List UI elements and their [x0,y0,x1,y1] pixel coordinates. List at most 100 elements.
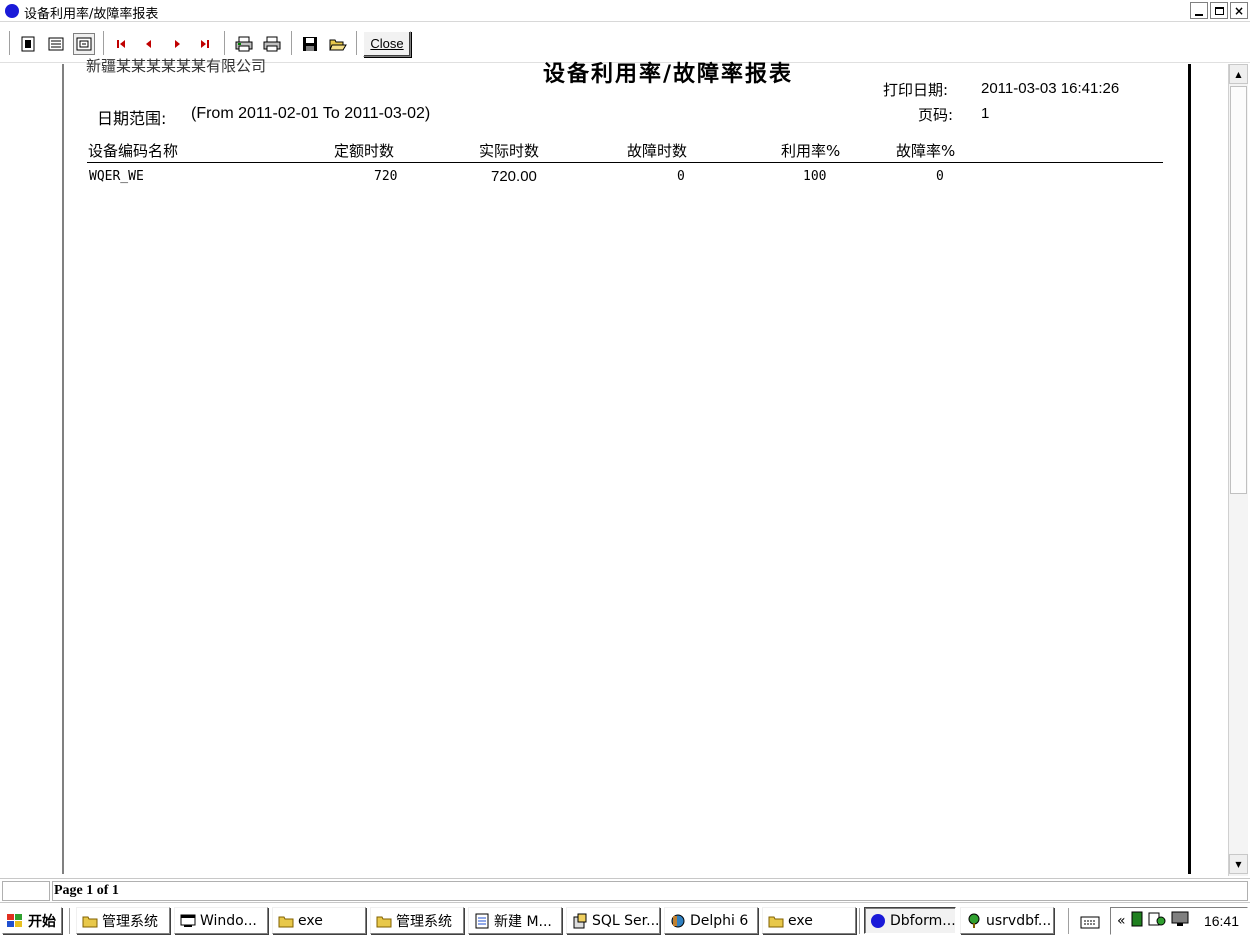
task-item-1[interactable]: Windo... [174,907,268,934]
printer-setup-button[interactable] [233,33,255,55]
toolbar-separator [103,31,105,55]
task-item-2[interactable]: exe [272,907,366,934]
open-folder-icon [329,39,347,51]
task-item-6[interactable]: Delphi 6 [664,907,758,934]
close-button-label: Close [370,36,404,51]
tree-icon [966,913,982,929]
taskbar-clock[interactable]: 16:41 [1204,913,1239,929]
folder-icon [768,913,784,929]
minimize-icon [1195,13,1203,16]
vertical-scrollbar[interactable]: ▲ ▼ [1228,64,1248,876]
taskbar-separator [69,908,71,934]
status-panel-empty [2,881,50,901]
window-controls: × [1190,2,1248,20]
window-icon [180,913,196,929]
print-date-label: 打印日期: [883,81,949,99]
table-cell-fault-hours: 0 [677,169,685,184]
prev-page-icon [146,40,151,48]
page-number-label: 页码: [918,106,954,124]
first-page-icon [117,40,125,48]
zoom-fit-icon [21,36,35,52]
first-page-button[interactable] [110,33,132,55]
column-header-actual-hours: 实际时数 [479,142,540,160]
column-header-fault-rate: 故障率% [896,142,956,160]
last-page-icon [201,40,209,48]
title-bar: 设备利用率/故障率报表 × [0,0,1250,22]
delphi-icon [670,913,686,929]
scroll-down-icon: ▼ [1235,859,1242,869]
word-doc-icon [474,913,490,929]
task-label: usrvdbf... [986,912,1052,929]
status-bar: Page 1 of 1 [0,878,1250,902]
monitor-icon[interactable] [1171,911,1189,931]
media-icon[interactable] [1148,911,1166,931]
page-number-value: 1 [981,105,990,122]
page-right-edge [1188,64,1191,874]
close-window-button[interactable]: × [1230,2,1248,19]
header-rule [87,162,1163,163]
print-date-value: 2011-03-03 16:41:26 [981,80,1120,97]
scroll-up-icon: ▲ [1235,69,1242,79]
task-item-8[interactable]: Dbform... [864,907,956,934]
folder-icon [82,913,98,929]
toolbar-separator [224,31,226,55]
table-cell-equipment: WQER_WE [89,169,144,184]
task-label: 新建 M... [494,913,552,930]
column-header-equipment: 设备编码名称 [88,142,179,160]
column-header-fault-hours: 故障时数 [627,142,688,160]
toolbar-separator [9,31,11,55]
restore-icon [1214,6,1224,15]
printer-setup-icon [235,36,253,52]
task-item-0[interactable]: 管理系统 [76,907,170,934]
task-label: 管理系统 [396,913,452,930]
report-preview: 新疆某某某某某某有限公司 设备利用率/故障率报表 打印日期: 2011-03-0… [0,57,1250,876]
scroll-down-button[interactable]: ▼ [1229,854,1248,874]
zoom-100-button[interactable] [73,33,95,55]
task-item-7[interactable]: exe [762,907,856,934]
restore-button[interactable] [1210,2,1228,19]
next-page-button[interactable] [166,33,188,55]
start-button[interactable]: 开始 [2,907,62,934]
page-width-button[interactable] [45,33,67,55]
prev-page-button[interactable] [138,33,160,55]
network-icon[interactable] [1131,911,1143,931]
table-cell-actual-hours: 720.00 [491,168,537,185]
taskbar: 开始 管理系统 Windo... exe 管理系统 新建 M... SQL Se… [0,902,1250,938]
task-label: 管理系统 [102,913,158,930]
table-cell-quota-hours: 720 [374,169,398,184]
task-item-5[interactable]: SQL Ser... [566,907,660,934]
open-button[interactable] [327,33,349,55]
report-title: 设备利用率/故障率报表 [543,62,794,87]
task-label: exe [298,912,323,929]
page-left-edge [62,64,64,874]
table-cell-utilization: 100 [803,169,827,184]
close-icon: × [1233,3,1245,18]
minimize-button[interactable] [1190,2,1208,19]
tray-expand-button[interactable]: « [1117,913,1126,929]
zoom-fit-button[interactable] [17,33,39,55]
app-dot-icon [870,913,886,929]
task-item-9[interactable]: usrvdbf... [960,907,1054,934]
print-button[interactable] [261,33,283,55]
column-header-quota-hours: 定额时数 [334,142,395,160]
company-name: 新疆某某某某某某有限公司 [86,57,267,75]
keyboard-icon[interactable] [1080,912,1100,930]
taskbar-separator [1068,908,1070,934]
last-page-button[interactable] [194,33,216,55]
folder-icon [376,913,392,929]
page-width-icon [48,37,64,51]
task-label: exe [788,912,813,929]
table-cell-fault-rate: 0 [936,169,944,184]
toolbar-separator [356,31,358,55]
scroll-thumb[interactable] [1230,86,1247,494]
column-header-utilization: 利用率% [781,142,841,160]
scroll-up-button[interactable]: ▲ [1229,64,1248,84]
task-label: Windo... [200,912,257,929]
sql-server-icon [572,913,588,929]
printer-icon [263,36,281,52]
task-item-3[interactable]: 管理系统 [370,907,464,934]
close-preview-button[interactable]: Close [363,31,411,57]
save-button[interactable] [299,33,321,55]
task-item-4[interactable]: 新建 M... [468,907,562,934]
save-icon [303,37,317,51]
